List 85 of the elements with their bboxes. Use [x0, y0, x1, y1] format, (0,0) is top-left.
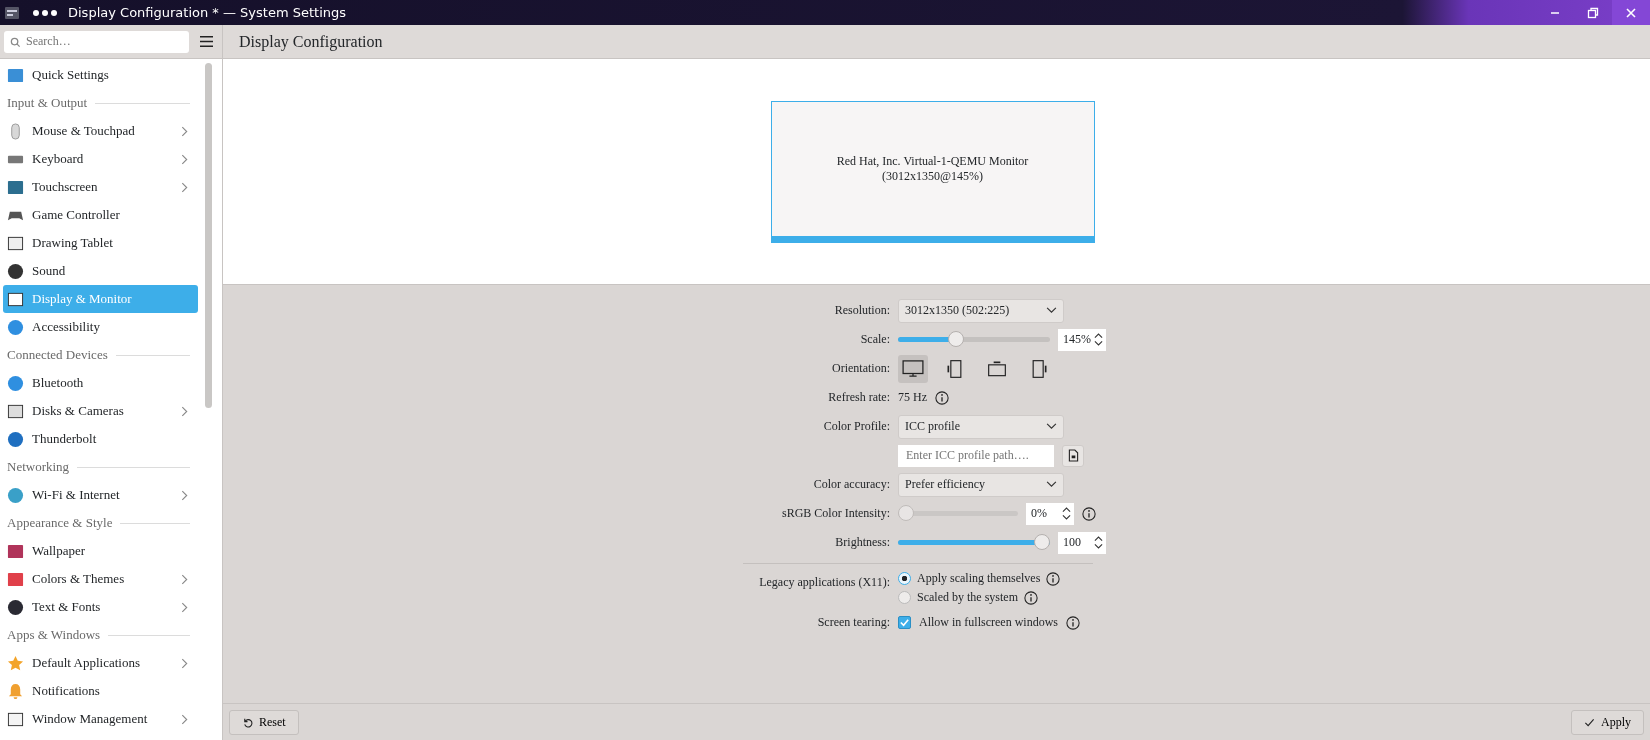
sidebar-item[interactable]: Notifications — [3, 677, 198, 705]
landscape-icon[interactable] — [898, 354, 928, 383]
close-icon — [1625, 6, 1637, 19]
sidebar-item[interactable]: Sound — [3, 257, 198, 285]
info-icon[interactable] — [1066, 615, 1080, 630]
spin-arrows-icon[interactable] — [1094, 332, 1103, 347]
search-field[interactable]: Search… — [4, 30, 189, 53]
section-heading: Appearance & Style — [7, 515, 113, 531]
option-label[interactable]: Apply scaling themselves — [917, 571, 1041, 586]
field-label: Refresh rate: — [828, 390, 890, 405]
sidebar-item[interactable]: Mouse & Touchpad — [3, 117, 198, 145]
field-label: Scale: — [860, 332, 890, 347]
slider[interactable] — [898, 331, 1050, 348]
radio-button[interactable] — [898, 591, 911, 604]
window-icon — [7, 710, 24, 728]
spin-box[interactable]: 100 — [1058, 531, 1106, 554]
info-icon[interactable] — [1046, 571, 1061, 586]
minimize-icon — [1551, 11, 1559, 14]
page-title: Display Configuration — [239, 32, 383, 51]
field-label: Screen tearing: — [817, 615, 890, 630]
sidebar-item[interactable]: Bluetooth — [3, 369, 198, 397]
star-icon — [7, 654, 24, 672]
sidebar-item[interactable]: Thunderbolt — [3, 425, 198, 453]
menu-button[interactable] — [197, 33, 216, 50]
checkbox[interactable] — [898, 616, 911, 629]
sidebar-item[interactable]: Window Management — [3, 705, 198, 733]
scrollbar-thumb[interactable] — [205, 63, 212, 408]
sidebar-item[interactable]: Quick Settings — [3, 61, 198, 89]
section-heading: Networking — [7, 459, 70, 475]
reset-button[interactable]: Reset — [229, 709, 299, 735]
more-icon[interactable] — [32, 8, 58, 17]
option-label[interactable]: Scaled by the system — [917, 590, 1018, 605]
window-title: Display Configuration * — System Settings — [68, 5, 347, 20]
menu-icon — [199, 35, 214, 48]
radio-button[interactable] — [898, 572, 911, 585]
field-value: 75 Hz — [898, 390, 927, 405]
file-icon — [1067, 449, 1079, 462]
dropdown[interactable]: Prefer efficiency — [898, 472, 1064, 497]
slider[interactable] — [898, 534, 1050, 551]
section-heading: Apps & Windows — [7, 627, 101, 643]
field-label: Orientation: — [832, 361, 890, 376]
app-icon[interactable] — [4, 4, 20, 21]
path-field[interactable]: Enter ICC profile path…. — [898, 444, 1054, 467]
search-icon — [10, 36, 21, 48]
section-heading: Input & Output — [7, 95, 88, 111]
info-icon[interactable] — [935, 390, 949, 405]
caret-icon — [1046, 423, 1057, 430]
restore-icon — [1587, 6, 1599, 19]
dropdown[interactable]: 3012x1350 (502:225) — [898, 298, 1064, 323]
field-label: Legacy applications (X11): — [759, 575, 890, 590]
sidebar-item[interactable]: Disks & Cameras — [3, 397, 198, 425]
sidebar-item[interactable]: Text & Fonts — [3, 593, 198, 621]
sidebar-item[interactable]: Keyboard — [3, 145, 198, 173]
open-file-button[interactable] — [1062, 444, 1084, 467]
field-label: Resolution: — [834, 303, 890, 318]
sidebar-item[interactable]: Drawing Tablet — [3, 229, 198, 257]
monitor-tile[interactable]: Red Hat, Inc. Virtual-1-QEMU Monitor (3012x1350@145%) — [770, 100, 1095, 243]
spin-arrows-icon[interactable] — [1062, 506, 1071, 521]
field-label: Color accuracy: — [813, 477, 890, 492]
sidebar-item[interactable]: Game Controller — [3, 201, 198, 229]
monitor-mode: (3012x1350@145%) — [881, 168, 983, 184]
option-label[interactable]: Allow in fullscreen windows — [919, 615, 1058, 630]
undo-icon — [242, 716, 253, 728]
sidebar-item[interactable]: Wi-Fi & Internet — [3, 481, 198, 509]
sidebar-item[interactable]: Colors & Themes — [3, 565, 198, 593]
info-icon[interactable] — [1024, 590, 1038, 605]
sidebar-item[interactable]: Accessibility — [3, 313, 198, 341]
bell-icon — [7, 682, 24, 700]
caret-icon — [1046, 307, 1057, 314]
close-button[interactable] — [1612, 0, 1650, 25]
checkmark-icon — [1584, 716, 1595, 728]
monitor-name: Red Hat, Inc. Virtual-1-QEMU Monitor — [836, 153, 1029, 169]
sidebar-item[interactable]: Touchscreen — [3, 173, 198, 201]
monitor-icon — [7, 290, 24, 308]
spin-box[interactable]: 145% — [1058, 328, 1106, 351]
dropdown[interactable]: ICC profile — [898, 414, 1064, 439]
apply-button[interactable]: Apply — [1571, 709, 1644, 735]
sidebar-item[interactable]: Default Applications — [3, 649, 198, 677]
sidebar-item[interactable]: Wallpaper — [3, 537, 198, 565]
field-label: Color Profile: — [823, 419, 890, 434]
field-label: sRGB Color Intensity: — [782, 506, 890, 521]
field-label: Brightness: — [835, 535, 890, 550]
section-heading: Connected Devices — [7, 347, 108, 363]
caret-icon — [1046, 481, 1057, 488]
spin-arrows-icon[interactable] — [1094, 535, 1103, 550]
